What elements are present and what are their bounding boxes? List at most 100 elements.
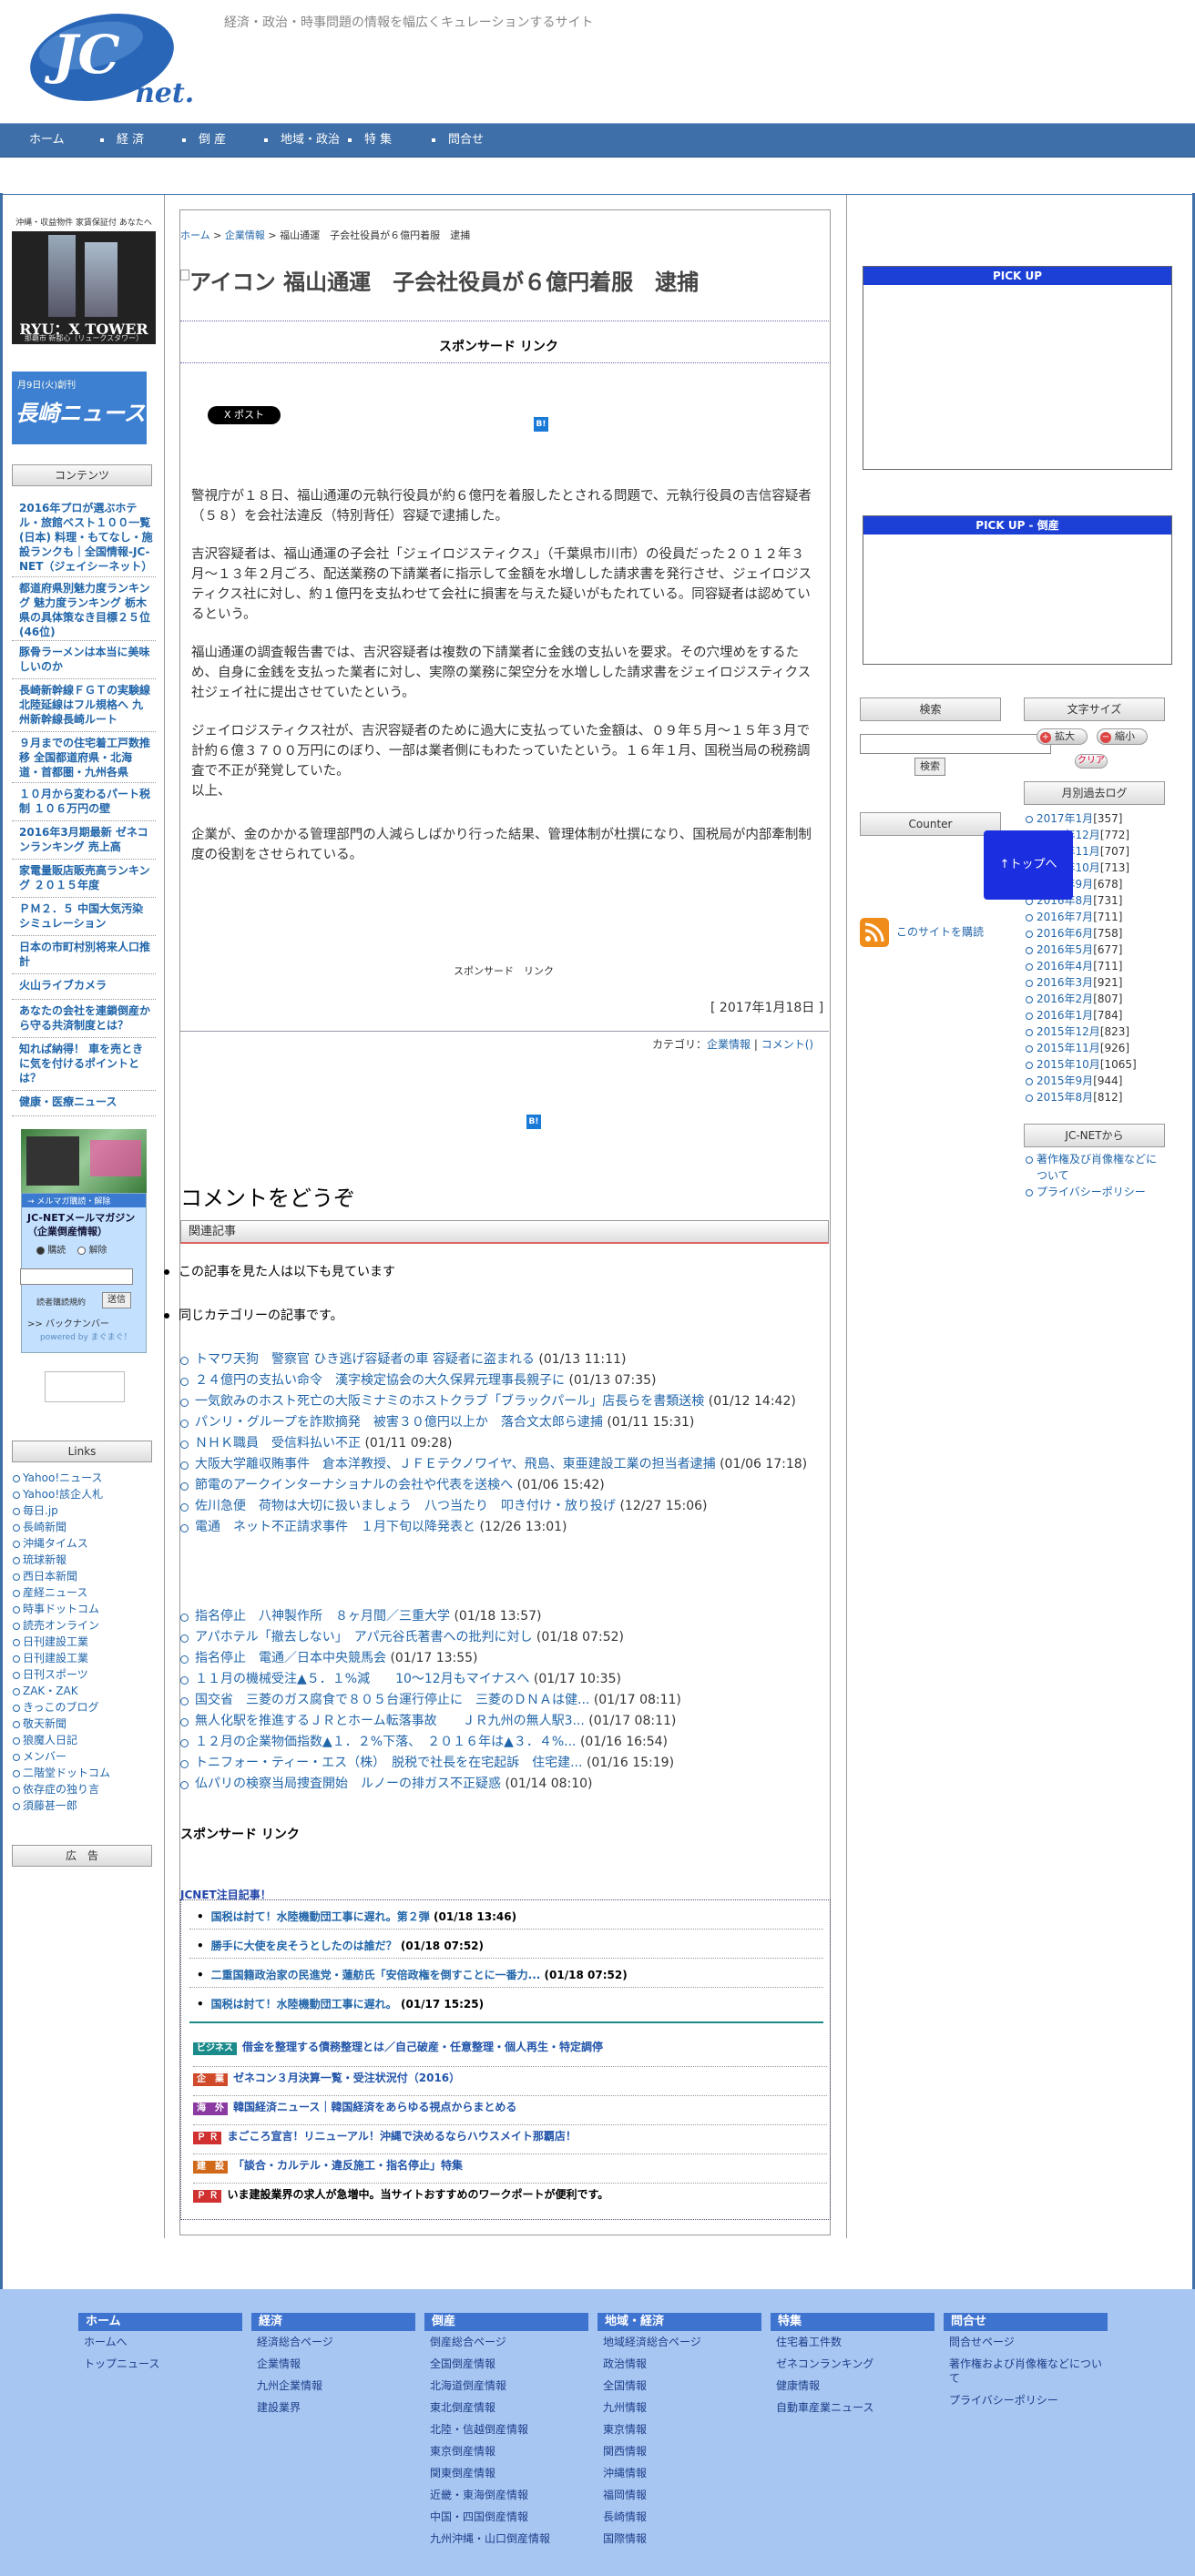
archive-item[interactable]: 2015年10月[1065] <box>1024 1056 1179 1073</box>
footer-link[interactable]: 国際情報 <box>598 2528 761 2550</box>
footer-link[interactable]: 著作権および肖像権などについて <box>944 2353 1108 2389</box>
featured-item[interactable]: 国税は討て！水陸機動団工事に遅れ。第２弾 (01/18 13:46) <box>197 1909 516 1924</box>
footer-link[interactable]: 地域経済総合ページ <box>598 2331 761 2353</box>
related-item[interactable]: 国交省 三菱のガス腐食で８０５台運行停止に 三菱のＤＮＡは健... (01/17… <box>179 1690 831 1711</box>
footer-link[interactable]: 長崎情報 <box>598 2506 761 2528</box>
footer-link[interactable]: 企業情報 <box>251 2353 415 2375</box>
featured-item-title[interactable]: 国税は討て！水陸機動団工事に遅れ。 <box>211 1998 397 2011</box>
related-item-title[interactable]: パンリ・グループを詐欺摘発 被害３０億円以上か 落合文太郎ら逮捕 <box>195 1415 603 1430</box>
footer-link[interactable]: 中国・四国倒産情報 <box>424 2506 588 2528</box>
breadcrumb-category[interactable]: 企業情報 <box>225 229 265 241</box>
font-enlarge-button[interactable]: + 拡大 <box>1037 728 1088 745</box>
footer-link[interactable]: ゼネコンランキング <box>771 2353 935 2375</box>
archive-item[interactable]: 2017年1月[357] <box>1024 810 1179 827</box>
archive-item[interactable]: 2016年7月[711] <box>1024 909 1179 925</box>
external-link[interactable]: 須藤甚一郎 <box>12 1797 158 1814</box>
footer-link[interactable]: 福岡情報 <box>598 2484 761 2506</box>
footer-link[interactable]: 経済総合ページ <box>251 2331 415 2353</box>
contents-link[interactable]: 長崎新幹線ＦＧＴの実験線 北陸延線はフル規格へ 九州新幹線長崎ルート <box>12 679 156 732</box>
promo-item[interactable]: 建 設「談合・カルテル・違反施工・指名停止」特集 <box>193 2154 827 2184</box>
promo-item[interactable]: 海 外韓国経済ニュース｜韓国経済をあらゆる視点からまとめる <box>193 2096 827 2125</box>
footer-link[interactable]: 東北倒産情報 <box>424 2397 588 2418</box>
featured-item[interactable]: 二重国籍政治家の民進党・蓮舫氏「安倍政権を倒すことに一番力... (01/18 … <box>197 1967 628 1982</box>
footer-link[interactable]: 沖縄情報 <box>598 2462 761 2484</box>
footer-link[interactable]: 健康情報 <box>771 2375 935 2397</box>
related-item[interactable]: 無人化駅を推進するＪＲとホーム転落事故 ＪＲ九州の無人駅3... (01/17 … <box>179 1711 831 1732</box>
footer-col-title[interactable]: 倒産 <box>424 2313 588 2331</box>
related-item-title[interactable]: 仏パリの検察当局捜査開始 ルノーの排ガス不正疑惑 <box>195 1777 501 1791</box>
category-link[interactable]: 企業情報 <box>707 1038 751 1051</box>
footer-link[interactable]: 建設業界 <box>251 2397 415 2418</box>
external-link[interactable]: 日刊建設工業 <box>12 1650 158 1666</box>
related-item[interactable]: 指名停止 電通／日本中央競馬会 (01/17 13:55) <box>179 1648 831 1669</box>
promo-text[interactable]: まごころ宣言！リニューアル！沖縄で決めるならハウスメイト那覇店！ <box>227 2130 576 2143</box>
hatena-bookmark-icon[interactable]: B! <box>534 417 548 432</box>
nav-bankruptcy[interactable]: 倒 産 <box>182 124 226 157</box>
related-item-title[interactable]: ２４億円の支払い命令 漢字検定協会の大久保昇元理事長親子に <box>195 1373 565 1388</box>
mailmag-rules[interactable]: 読者購読規約 <box>36 1296 86 1308</box>
font-shrink-button[interactable]: − 縮小 <box>1097 728 1148 745</box>
external-link[interactable]: Yahoo!該企人札 <box>12 1486 158 1502</box>
featured-item-title[interactable]: 二重国籍政治家の民進党・蓮舫氏「安倍政権を倒すことに一番力... <box>211 1969 541 1981</box>
external-link[interactable]: 敬天新聞 <box>12 1716 158 1732</box>
external-link[interactable]: 狼魔人日記 <box>12 1732 158 1748</box>
related-item-title[interactable]: 国交省 三菱のガス腐食で８０５台運行停止に 三菱のＤＮＡは健... <box>195 1693 589 1707</box>
archive-item[interactable]: 2015年8月[812] <box>1024 1089 1179 1105</box>
banner-ryux-tower[interactable]: 沖縄・収益物件 家賃保証付 あなたへ RYU：X TOWER 那覇市 新都心（リ… <box>12 215 156 344</box>
related-item-title[interactable]: ＮＨＫ職員 受信料払い不正 <box>195 1436 361 1451</box>
contents-link[interactable]: あなたの会社を連鎖倒産から守る共済制度とは？ <box>12 1000 156 1038</box>
footer-col-title[interactable]: 経済 <box>251 2313 415 2331</box>
footer-col-title[interactable]: 特集 <box>771 2313 935 2331</box>
related-item[interactable]: アパホテル「撤去しない」 アパ元谷氏著書への批判に対し (01/18 07:52… <box>179 1627 831 1648</box>
archive-item[interactable]: 2015年9月[944] <box>1024 1073 1179 1089</box>
related-item[interactable]: トマワ天狗 警察官 ひき逃げ容疑者の車 容疑者に盗まれる (01/13 11:1… <box>179 1349 831 1370</box>
contents-link[interactable]: 豚骨ラーメンは本当に美味しいのか <box>12 641 156 679</box>
footer-link[interactable]: 東京倒産情報 <box>424 2440 588 2462</box>
related-item-title[interactable]: 指名停止 電通／日本中央競馬会 <box>195 1651 386 1665</box>
footer-link[interactable]: 全国情報 <box>598 2375 761 2397</box>
mailmag-submit-button[interactable]: 送信 <box>102 1292 131 1308</box>
external-link[interactable]: 西日本新聞 <box>12 1568 158 1584</box>
archive-item[interactable]: 2015年11月[926] <box>1024 1040 1179 1056</box>
external-link[interactable]: 沖縄タイムス <box>12 1535 158 1552</box>
related-item-title[interactable]: 一気飲みのホスト死亡の大阪ミナミのホストクラブ「ブラックパール」店長らを書類送検 <box>195 1394 704 1409</box>
related-item-title[interactable]: １１月の機械受注▲５．１%減 10〜12月もマイナスへ <box>195 1672 529 1686</box>
nav-economy[interactable]: 経 済 <box>100 124 144 157</box>
mailmag-backnumber-link[interactable]: >> バックナンバー <box>27 1316 109 1329</box>
search-button[interactable]: 検索 <box>914 758 945 776</box>
related-item-title[interactable]: 電通 ネット不正請求事件 １月下旬以降発表と <box>195 1520 475 1534</box>
related-item[interactable]: 佐川急便 荷物は大切に扱いましょう 八つ当たり 叩き付け・放り投げ (12/27… <box>179 1496 831 1517</box>
search-input[interactable] <box>860 734 1051 754</box>
archive-item[interactable]: 2016年3月[921] <box>1024 974 1179 991</box>
contents-link[interactable]: ９月までの住宅着工戸数推移 全国都道府県・北海道・首都圏・九州各県 <box>12 732 156 783</box>
contents-link[interactable]: 都道府県別魅力度ランキング 魅力度ランキング 栃木県の具体策なき目標２５位(46… <box>12 577 156 641</box>
footer-link[interactable]: 全国倒産情報 <box>424 2353 588 2375</box>
external-link[interactable]: 琉球新報 <box>12 1552 158 1568</box>
related-item[interactable]: 一気飲みのホスト死亡の大阪ミナミのホストクラブ「ブラックパール」店長らを書類送検… <box>179 1391 831 1412</box>
footer-link[interactable]: 北陸・信越倒産情報 <box>424 2418 588 2440</box>
footer-link[interactable]: 住宅着工件数 <box>771 2331 935 2353</box>
external-link[interactable]: 時事ドットコム <box>12 1601 158 1617</box>
external-link[interactable]: 毎日.jp <box>12 1502 158 1519</box>
related-item-title[interactable]: 指名停止 八神製作所 ８ヶ月間／三重大学 <box>195 1609 450 1624</box>
footer-link[interactable]: プライバシーポリシー <box>944 2389 1108 2411</box>
promo-item[interactable]: Ｐ Ｒ まごころ宣言！リニューアル！沖縄で決めるならハウスメイト那覇店！ <box>193 2125 827 2154</box>
site-logo[interactable]: JC net. <box>27 7 200 109</box>
external-link[interactable]: ZAK・ZAK <box>12 1683 158 1699</box>
banner-nagasaki-news[interactable]: 月9日(火)創刊 長崎ニュース <box>12 372 147 444</box>
footer-link[interactable]: 近畿・東海倒産情報 <box>424 2484 588 2506</box>
related-item[interactable]: ２４億円の支払い命令 漢字検定協会の大久保昇元理事長親子に (01/13 07:… <box>179 1370 831 1391</box>
archive-item[interactable]: 2016年1月[784] <box>1024 1007 1179 1023</box>
contents-link[interactable]: ＰＭ２．５ 中国大気汚染シミュレーション <box>12 898 156 936</box>
related-item[interactable]: 指名停止 八神製作所 ８ヶ月間／三重大学 (01/18 13:57) <box>179 1606 831 1627</box>
related-item[interactable]: 大阪大学離収賄事件 倉本洋教授、ＪＦＥテクノワイヤ、飛島、東亜建設工業の担当者逮… <box>179 1454 831 1475</box>
back-to-top-button[interactable]: ↑トップへ <box>984 830 1073 900</box>
footer-link[interactable]: ホームへ <box>78 2331 242 2353</box>
footer-col-title[interactable]: ホーム <box>78 2313 242 2331</box>
external-link[interactable]: 読売オンライン <box>12 1617 158 1634</box>
footer-link[interactable]: 関東倒産情報 <box>424 2462 588 2484</box>
external-link[interactable]: 長崎新聞 <box>12 1519 158 1535</box>
promo-text[interactable]: 借金を整理する債務整理とは／自己破産・任意整理・個人再生・特定調停 <box>242 2041 603 2053</box>
footer-link[interactable]: トップニュース <box>78 2353 242 2375</box>
featured-item[interactable]: 勝手に大使を戻そうとしたのは誰だ？ (01/18 07:52) <box>197 1938 484 1953</box>
